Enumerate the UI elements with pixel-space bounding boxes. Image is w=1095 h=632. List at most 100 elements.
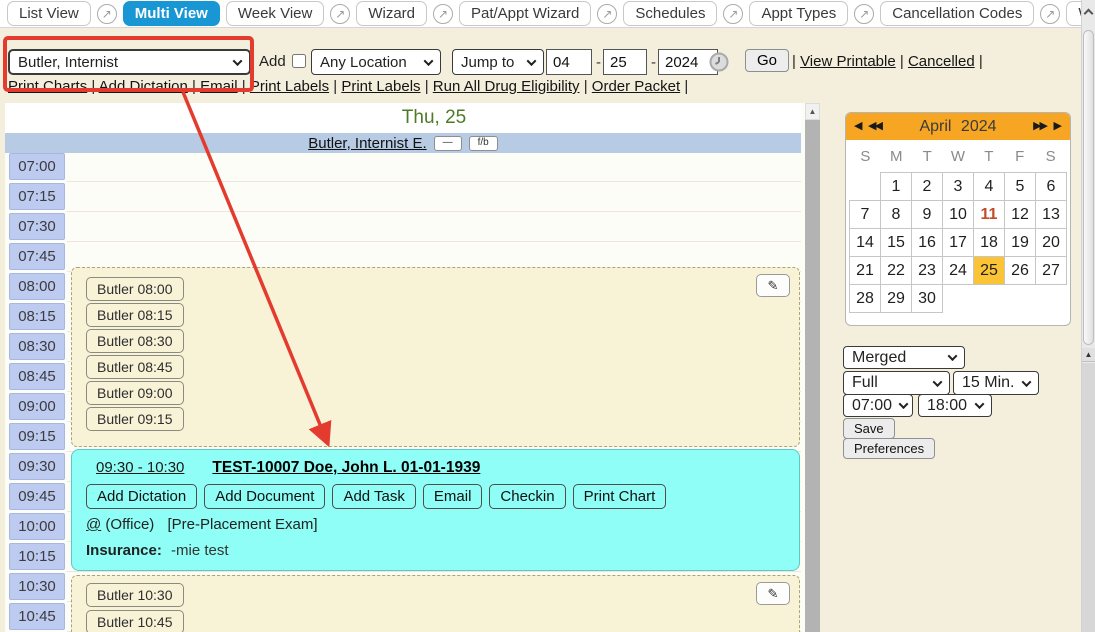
calendar-day[interactable]: 16 — [912, 229, 943, 257]
start-time-select[interactable]: 07:00 — [843, 394, 913, 417]
print-charts-link[interactable]: Print Charts — [8, 78, 87, 95]
merge-mode-select[interactable]: Merged — [843, 346, 965, 369]
add-dictation-link[interactable]: Add Dictation — [99, 78, 188, 95]
location-at-link[interactable]: @ — [86, 516, 101, 533]
slot-button[interactable]: Butler 08:45 — [86, 355, 184, 379]
tab-list-view[interactable]: List View — [7, 1, 91, 26]
add-document-button[interactable]: Add Document — [204, 484, 325, 509]
page-scrollbar[interactable]: ▲ — [1081, 0, 1095, 632]
save-button[interactable]: Save — [843, 418, 895, 439]
appointment-time-link[interactable]: 09:30 - 10:30 — [96, 459, 184, 476]
preferences-button[interactable]: Preferences — [843, 438, 935, 459]
calendar-day[interactable]: 23 — [912, 257, 943, 285]
calendar-day-selected[interactable]: 25 — [974, 257, 1005, 285]
calendar-day[interactable]: 21 — [850, 257, 881, 285]
calendar-day[interactable]: 9 — [912, 201, 943, 229]
calendar-day[interactable]: 5 — [1005, 173, 1036, 201]
external-link-icon[interactable]: ↗ — [433, 4, 453, 24]
calendar-day[interactable]: 6 — [1036, 173, 1067, 201]
calendar-day[interactable]: 30 — [912, 285, 943, 313]
calendar-day[interactable]: 15 — [881, 229, 912, 257]
go-button[interactable]: Go — [745, 49, 789, 72]
scrollbar-track[interactable] — [1082, 363, 1095, 632]
order-packet-link[interactable]: Order Packet — [592, 78, 680, 95]
provider-link[interactable]: Butler, Internist E. — [308, 135, 426, 152]
add-task-button[interactable]: Add Task — [332, 484, 415, 509]
jump-to-select[interactable]: Jump to — [452, 49, 544, 75]
email-link[interactable]: Email — [200, 78, 238, 95]
calendar-day[interactable]: 27 — [1036, 257, 1067, 285]
clock-icon[interactable] — [709, 52, 729, 72]
schedule-scrollbar[interactable]: ▲ — [805, 103, 820, 632]
checkin-button[interactable]: Checkin — [489, 484, 565, 509]
collapse-column-button[interactable]: — — [434, 136, 462, 151]
run-drug-eligibility-link[interactable]: Run All Drug Eligibility — [433, 78, 580, 95]
location-select[interactable]: Any Location — [311, 49, 441, 75]
calendar-day-today[interactable]: 11 — [974, 201, 1005, 229]
slot-button[interactable]: Butler 10:45 — [86, 610, 184, 632]
calendar-day[interactable]: 12 — [1005, 201, 1036, 229]
view-printable-link[interactable]: View Printable — [800, 53, 896, 70]
tab-appt-types[interactable]: Appt Types — [749, 1, 848, 26]
edit-block-button[interactable]: ✎ — [756, 582, 790, 605]
scroll-up-icon[interactable]: ▲ — [1082, 348, 1095, 362]
tab-wizard[interactable]: Wizard — [356, 1, 427, 26]
add-checkbox[interactable] — [292, 54, 306, 68]
provider-select[interactable]: Butler, Internist — [8, 49, 251, 75]
calendar-day[interactable]: 14 — [850, 229, 881, 257]
tab-pat-appt-wizard[interactable]: Pat/Appt Wizard — [459, 1, 591, 26]
calendar-day[interactable]: 28 — [850, 285, 881, 313]
slot-button[interactable]: Butler 08:00 — [86, 277, 184, 301]
add-dictation-button[interactable]: Add Dictation — [86, 484, 197, 509]
calendar-day[interactable]: 3 — [943, 173, 974, 201]
slot-button[interactable]: Butler 10:30 — [86, 583, 184, 607]
calendar-next-icon[interactable]: ▶ — [1054, 120, 1062, 133]
scroll-up-icon[interactable] — [1084, 9, 1094, 19]
calendar-day[interactable]: 22 — [881, 257, 912, 285]
tab-cancellation-codes[interactable]: Cancellation Codes — [880, 1, 1034, 26]
tab-wait-list[interactable]: Wait — [1066, 1, 1081, 26]
date-day-input[interactable] — [603, 49, 647, 75]
external-link-icon[interactable]: ↗ — [1040, 4, 1060, 24]
fb-toggle-button[interactable]: f/b — [469, 136, 498, 151]
view-size-select[interactable]: Full — [843, 371, 950, 395]
calendar-prev-icon[interactable]: ◀ — [854, 120, 862, 133]
calendar-prev-fast-icon[interactable]: ◀◀ — [868, 120, 881, 133]
slot-button[interactable]: Butler 08:15 — [86, 303, 184, 327]
calendar-day[interactable]: 24 — [943, 257, 974, 285]
scroll-up-icon[interactable]: ▲ — [805, 103, 820, 120]
interval-select[interactable]: 15 Min. — [953, 371, 1039, 395]
slot-button[interactable]: Butler 08:30 — [86, 329, 184, 353]
calendar-day[interactable]: 17 — [943, 229, 974, 257]
calendar-day[interactable]: 10 — [943, 201, 974, 229]
calendar-day[interactable]: 7 — [850, 201, 881, 229]
slot-button[interactable]: Butler 09:15 — [86, 407, 184, 431]
tab-multi-view[interactable]: Multi View — [123, 1, 220, 26]
calendar-day[interactable]: 29 — [881, 285, 912, 313]
tab-week-view[interactable]: Week View — [226, 1, 324, 26]
scrollbar-thumb[interactable] — [805, 120, 820, 632]
calendar-day[interactable]: 8 — [881, 201, 912, 229]
calendar-day[interactable]: 26 — [1005, 257, 1036, 285]
calendar-day[interactable]: 2 — [912, 173, 943, 201]
end-time-select[interactable]: 18:00 — [918, 394, 992, 417]
appointment-card[interactable]: 09:30 - 10:30 TEST-10007 Doe, John L. 01… — [71, 449, 800, 571]
calendar-day[interactable]: 18 — [974, 229, 1005, 257]
calendar-day[interactable]: 4 — [974, 173, 1005, 201]
email-button[interactable]: Email — [423, 484, 483, 509]
print-chart-button[interactable]: Print Chart — [573, 484, 667, 509]
calendar-next-fast-icon[interactable]: ▶▶ — [1033, 120, 1046, 133]
external-link-icon[interactable]: ↗ — [854, 4, 874, 24]
print-labels-link[interactable]: Print Labels — [341, 78, 420, 95]
calendar-day[interactable]: 19 — [1005, 229, 1036, 257]
slot-button[interactable]: Butler 09:00 — [86, 381, 184, 405]
calendar-day[interactable]: 13 — [1036, 201, 1067, 229]
scrollbar-thumb[interactable] — [1083, 30, 1094, 345]
calendar-day[interactable]: 1 — [881, 173, 912, 201]
external-link-icon[interactable]: ↗ — [97, 4, 117, 24]
tab-schedules[interactable]: Schedules — [623, 1, 717, 26]
cancelled-link[interactable]: Cancelled — [908, 53, 975, 70]
external-link-icon[interactable]: ↗ — [597, 4, 617, 24]
date-month-input[interactable] — [546, 49, 592, 75]
patient-name-link[interactable]: TEST-10007 Doe, John L. 01-01-1939 — [212, 459, 480, 477]
